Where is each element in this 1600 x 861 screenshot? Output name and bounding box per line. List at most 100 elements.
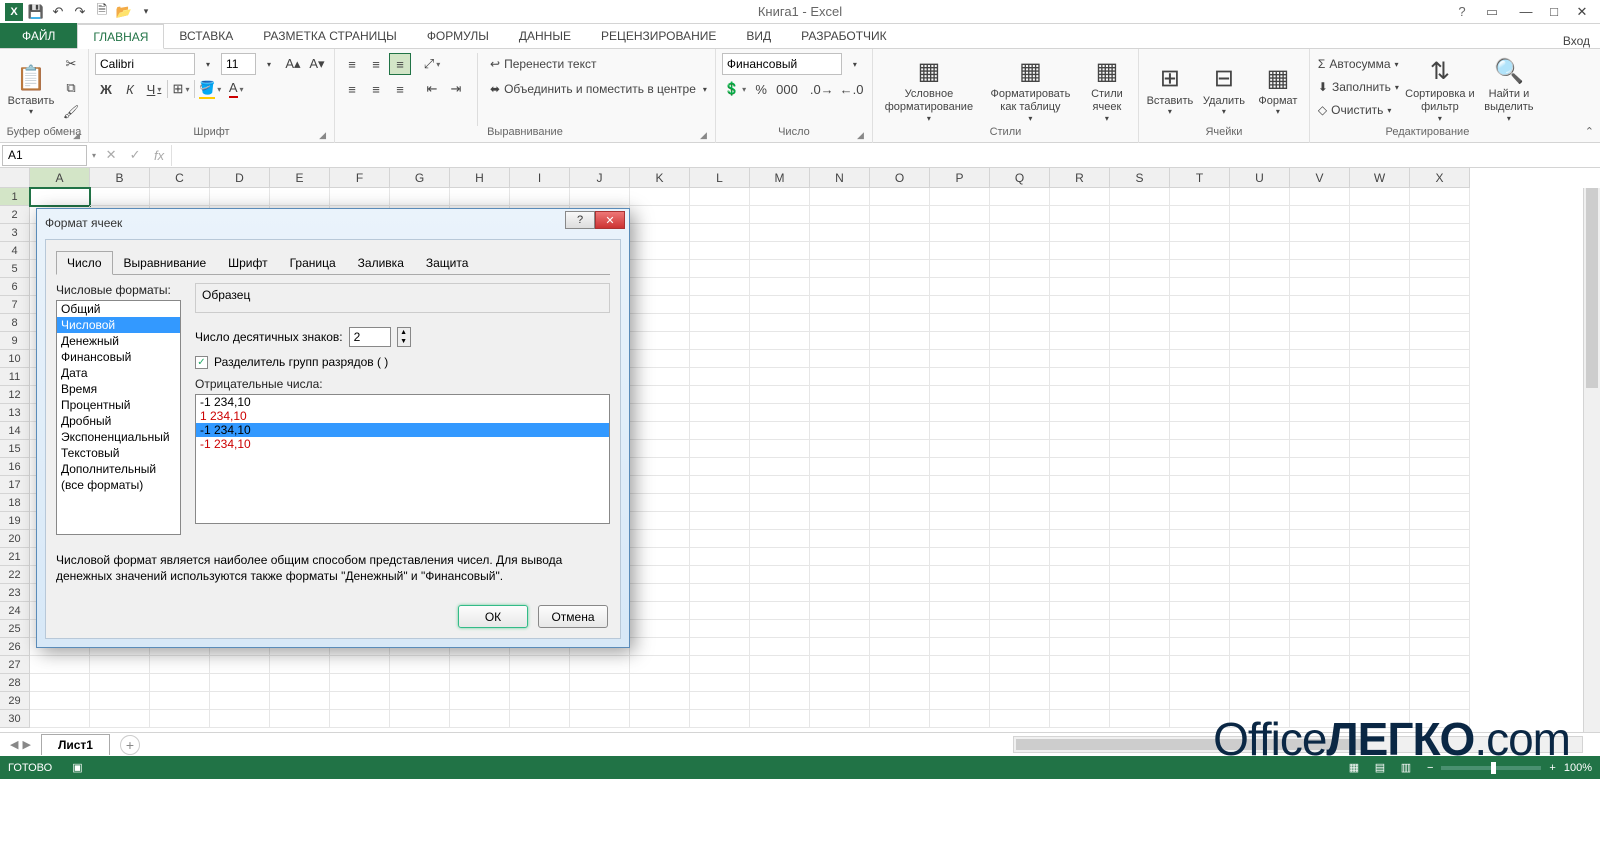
cell[interactable] <box>330 188 390 206</box>
cell[interactable] <box>1290 278 1350 296</box>
cell[interactable] <box>990 548 1050 566</box>
row-header[interactable]: 21 <box>0 548 30 566</box>
cell[interactable] <box>1050 476 1110 494</box>
cell[interactable] <box>1170 458 1230 476</box>
cell[interactable] <box>750 296 810 314</box>
category-item[interactable]: Числовой <box>57 317 180 333</box>
cell[interactable] <box>1050 224 1110 242</box>
cell[interactable] <box>750 494 810 512</box>
cell[interactable] <box>30 692 90 710</box>
zoom-slider[interactable] <box>1441 766 1541 770</box>
cell[interactable] <box>990 638 1050 656</box>
cell[interactable] <box>510 656 570 674</box>
cell[interactable] <box>810 620 870 638</box>
cell[interactable] <box>990 620 1050 638</box>
cell[interactable] <box>510 710 570 728</box>
conditional-formatting-button[interactable]: ▦Условное форматирование▾ <box>879 53 979 126</box>
cell[interactable] <box>690 422 750 440</box>
negative-format-item[interactable]: -1 234,10 <box>196 437 609 451</box>
cancel-formula-icon[interactable]: ✕ <box>99 145 123 166</box>
name-box[interactable]: A1 <box>2 145 87 166</box>
cell[interactable] <box>930 566 990 584</box>
row-header[interactable]: 19 <box>0 512 30 530</box>
decrease-indent-icon[interactable]: ⇤ <box>421 78 443 100</box>
cell[interactable] <box>1230 458 1290 476</box>
cell[interactable] <box>1290 368 1350 386</box>
column-header[interactable]: C <box>150 168 210 188</box>
cell[interactable] <box>930 512 990 530</box>
cell[interactable] <box>1230 494 1290 512</box>
cell[interactable] <box>1410 638 1470 656</box>
cell[interactable] <box>630 512 690 530</box>
cell[interactable] <box>1170 350 1230 368</box>
cell[interactable] <box>990 692 1050 710</box>
cell[interactable] <box>210 710 270 728</box>
cell[interactable] <box>1290 296 1350 314</box>
cell[interactable] <box>1110 242 1170 260</box>
cell[interactable] <box>750 476 810 494</box>
cell[interactable] <box>1050 674 1110 692</box>
cell[interactable] <box>570 188 630 206</box>
cell[interactable] <box>810 692 870 710</box>
copy-icon[interactable]: ⧉ <box>60 77 82 99</box>
cell[interactable] <box>630 224 690 242</box>
cell[interactable] <box>1230 602 1290 620</box>
column-header[interactable]: P <box>930 168 990 188</box>
sheet-nav-prev-icon[interactable]: ◀ <box>10 738 18 751</box>
cell[interactable] <box>690 368 750 386</box>
cell[interactable] <box>810 278 870 296</box>
cell[interactable] <box>390 710 450 728</box>
cell[interactable] <box>690 476 750 494</box>
cell[interactable] <box>750 242 810 260</box>
row-header[interactable]: 26 <box>0 638 30 656</box>
cell[interactable] <box>1350 224 1410 242</box>
cell[interactable] <box>150 674 210 692</box>
cell[interactable] <box>810 422 870 440</box>
cell[interactable] <box>1410 332 1470 350</box>
cell[interactable] <box>690 566 750 584</box>
cell[interactable] <box>630 638 690 656</box>
cell[interactable] <box>690 386 750 404</box>
cell[interactable] <box>930 440 990 458</box>
row-header[interactable]: 17 <box>0 476 30 494</box>
enter-formula-icon[interactable]: ✓ <box>123 145 147 166</box>
cell[interactable] <box>1110 494 1170 512</box>
cell[interactable] <box>690 296 750 314</box>
cell[interactable] <box>570 674 630 692</box>
cell[interactable] <box>1050 710 1110 728</box>
cell[interactable] <box>150 188 210 206</box>
wrap-text-button[interactable]: ↩Перенести текст <box>488 53 709 75</box>
cell[interactable] <box>1110 188 1170 206</box>
cell[interactable] <box>690 206 750 224</box>
cell[interactable] <box>990 512 1050 530</box>
cell[interactable] <box>1350 656 1410 674</box>
column-header[interactable]: Q <box>990 168 1050 188</box>
row-header[interactable]: 6 <box>0 278 30 296</box>
decrease-font-icon[interactable]: A▾ <box>306 53 328 75</box>
cell[interactable] <box>1110 440 1170 458</box>
cell[interactable] <box>1410 440 1470 458</box>
cell[interactable] <box>1290 206 1350 224</box>
cell[interactable] <box>1170 674 1230 692</box>
cell[interactable] <box>1290 350 1350 368</box>
cell[interactable] <box>870 494 930 512</box>
cell[interactable] <box>990 674 1050 692</box>
cell[interactable] <box>570 710 630 728</box>
cell[interactable] <box>1050 368 1110 386</box>
cell[interactable] <box>1110 386 1170 404</box>
cell[interactable] <box>1230 440 1290 458</box>
row-header[interactable]: 5 <box>0 260 30 278</box>
percent-format-icon[interactable]: % <box>750 78 772 100</box>
cell[interactable] <box>630 476 690 494</box>
cell[interactable] <box>1230 404 1290 422</box>
cell[interactable] <box>990 278 1050 296</box>
cell[interactable] <box>1170 620 1230 638</box>
cell[interactable] <box>630 620 690 638</box>
cell[interactable] <box>990 314 1050 332</box>
tab-page-layout[interactable]: РАЗМЕТКА СТРАНИЦЫ <box>248 23 412 48</box>
cell[interactable] <box>630 260 690 278</box>
tab-file[interactable]: ФАЙЛ <box>0 23 77 48</box>
dialog-close-icon[interactable]: ✕ <box>595 211 625 229</box>
ribbon-display-icon[interactable]: ▭ <box>1482 2 1502 22</box>
cell[interactable] <box>990 584 1050 602</box>
